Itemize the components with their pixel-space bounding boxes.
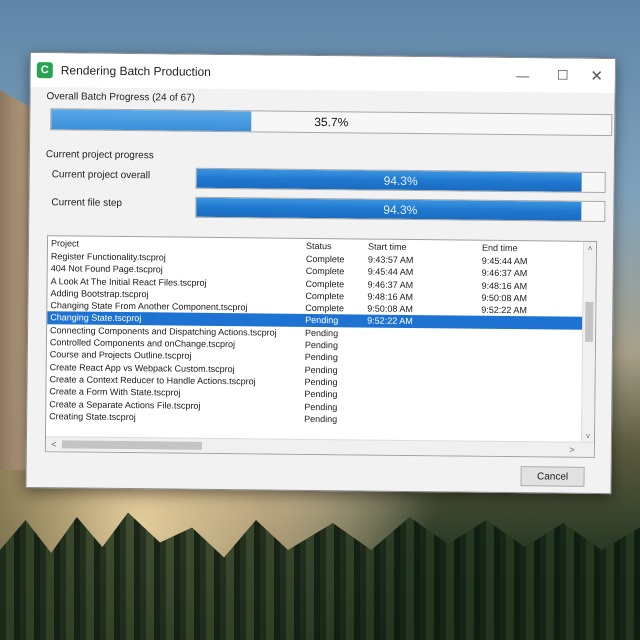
project-name-cell: Create a Context Reducer to Handle Actio…	[49, 374, 256, 387]
project-name-cell: Controlled Components and onChange.tscpr…	[49, 337, 236, 350]
status-cell: Pending	[304, 389, 338, 400]
status-cell: Pending	[304, 352, 338, 363]
status-cell: Pending	[304, 376, 338, 388]
project-name-cell: Register Functionality.tscproj	[50, 251, 166, 263]
status-cell: Complete	[305, 290, 345, 302]
status-cell: Pending	[305, 315, 339, 326]
current-project-overall-label: Current project overall	[51, 169, 151, 182]
overall-progress-label: Overall Batch Progress (24 of 67)	[46, 91, 195, 104]
current-file-percent: 94.3%	[383, 202, 418, 217]
column-header-status[interactable]: Status	[306, 241, 332, 251]
column-header-end-time[interactable]: End time	[482, 243, 518, 253]
project-name-cell: Create a Separate Actions File.tscproj	[49, 398, 201, 411]
project-name-cell: Changing State.tscproj	[50, 312, 142, 324]
column-header-project[interactable]: Project	[51, 238, 79, 248]
end-time-cell: 9:52:22 AM	[481, 304, 527, 316]
title-bar: C Rendering Batch Production — ☐ ✕	[30, 53, 615, 94]
status-cell: Pending	[304, 401, 338, 412]
camtasia-app-icon: C	[36, 62, 53, 79]
window-title: Rendering Batch Production	[60, 63, 211, 79]
start-time-cell: 9:52:22 AM	[367, 316, 413, 327]
vertical-scroll-thumb[interactable]	[584, 301, 594, 342]
end-time-cell: 9:48:16 AM	[481, 280, 528, 291]
current-project-progress-bar: 94.3%	[195, 167, 606, 194]
current-project-section-label: Current project progress	[45, 149, 154, 162]
project-name-cell: Connecting Components and Dispatching Ac…	[50, 325, 277, 338]
horizontal-scrollbar[interactable]: < >	[45, 436, 594, 457]
start-time-cell: 9:46:37 AM	[367, 279, 414, 290]
status-cell: Pending	[304, 413, 338, 425]
project-rows: Register Functionality.tscproj Complete 9:…	[46, 250, 584, 428]
project-name-cell: Changing State From Another Component.ts…	[50, 300, 248, 313]
start-time-cell: 9:50:08 AM	[367, 303, 413, 315]
background-forest	[0, 512, 640, 640]
vertical-scrollbar[interactable]: ˄ ˅	[580, 241, 597, 442]
scroll-down-icon[interactable]: ˅	[582, 430, 594, 442]
start-time-cell: 9:48:16 AM	[367, 291, 414, 302]
cancel-button[interactable]: Cancel	[520, 466, 585, 487]
status-cell: Complete	[305, 303, 344, 314]
scroll-up-icon[interactable]: ˄	[584, 242, 596, 254]
start-time-cell: 9:43:57 AM	[367, 254, 414, 266]
rendering-dialog: C Rendering Batch Production — ☐ ✕ Overa…	[25, 52, 616, 495]
start-time-cell: 9:45:44 AM	[367, 266, 414, 278]
close-icon[interactable]: ✕	[585, 67, 609, 85]
minimize-icon[interactable]: —	[511, 66, 535, 84]
scroll-left-icon[interactable]: <	[48, 438, 60, 450]
project-name-cell: Creating State.tscproj	[49, 411, 136, 422]
project-name-cell: Create React App vs Webpack Custom.tscpr…	[49, 361, 235, 374]
current-project-percent: 94.3%	[383, 173, 418, 188]
current-file-step-label: Current file step	[51, 197, 123, 209]
status-cell: Complete	[305, 253, 345, 265]
status-cell: Pending	[305, 327, 339, 339]
scroll-right-icon[interactable]: >	[566, 444, 578, 456]
overall-progress-percent: 35.7%	[314, 114, 349, 130]
end-time-cell: 9:46:37 AM	[481, 268, 528, 279]
project-name-cell: Create a Form With State.tscproj	[49, 386, 181, 398]
horizontal-scroll-thumb[interactable]	[61, 440, 202, 450]
current-file-progress-bar: 94.3%	[195, 196, 606, 223]
end-time-cell: 9:50:08 AM	[481, 292, 528, 304]
column-header-start-time[interactable]: Start time	[368, 242, 407, 252]
project-name-cell: A Look At The Initial React Files.tscpro…	[50, 275, 207, 288]
overall-progress-bar: 35.7%	[50, 108, 613, 137]
status-cell: Complete	[305, 278, 345, 289]
end-time-cell: 9:45:44 AM	[481, 255, 528, 267]
project-name-cell: 404 Not Found Page.tscproj	[50, 263, 163, 275]
project-list[interactable]: Project Status Start time End time Regis…	[44, 235, 598, 458]
status-cell: Pending	[304, 364, 338, 375]
status-cell: Complete	[305, 266, 345, 277]
maximize-icon[interactable]: ☐	[551, 66, 575, 84]
project-name-cell: Adding Bootstrap.tscproj	[50, 288, 149, 300]
project-name-cell: Course and Projects Outline.tscproj	[49, 349, 192, 362]
status-cell: Pending	[304, 339, 339, 351]
